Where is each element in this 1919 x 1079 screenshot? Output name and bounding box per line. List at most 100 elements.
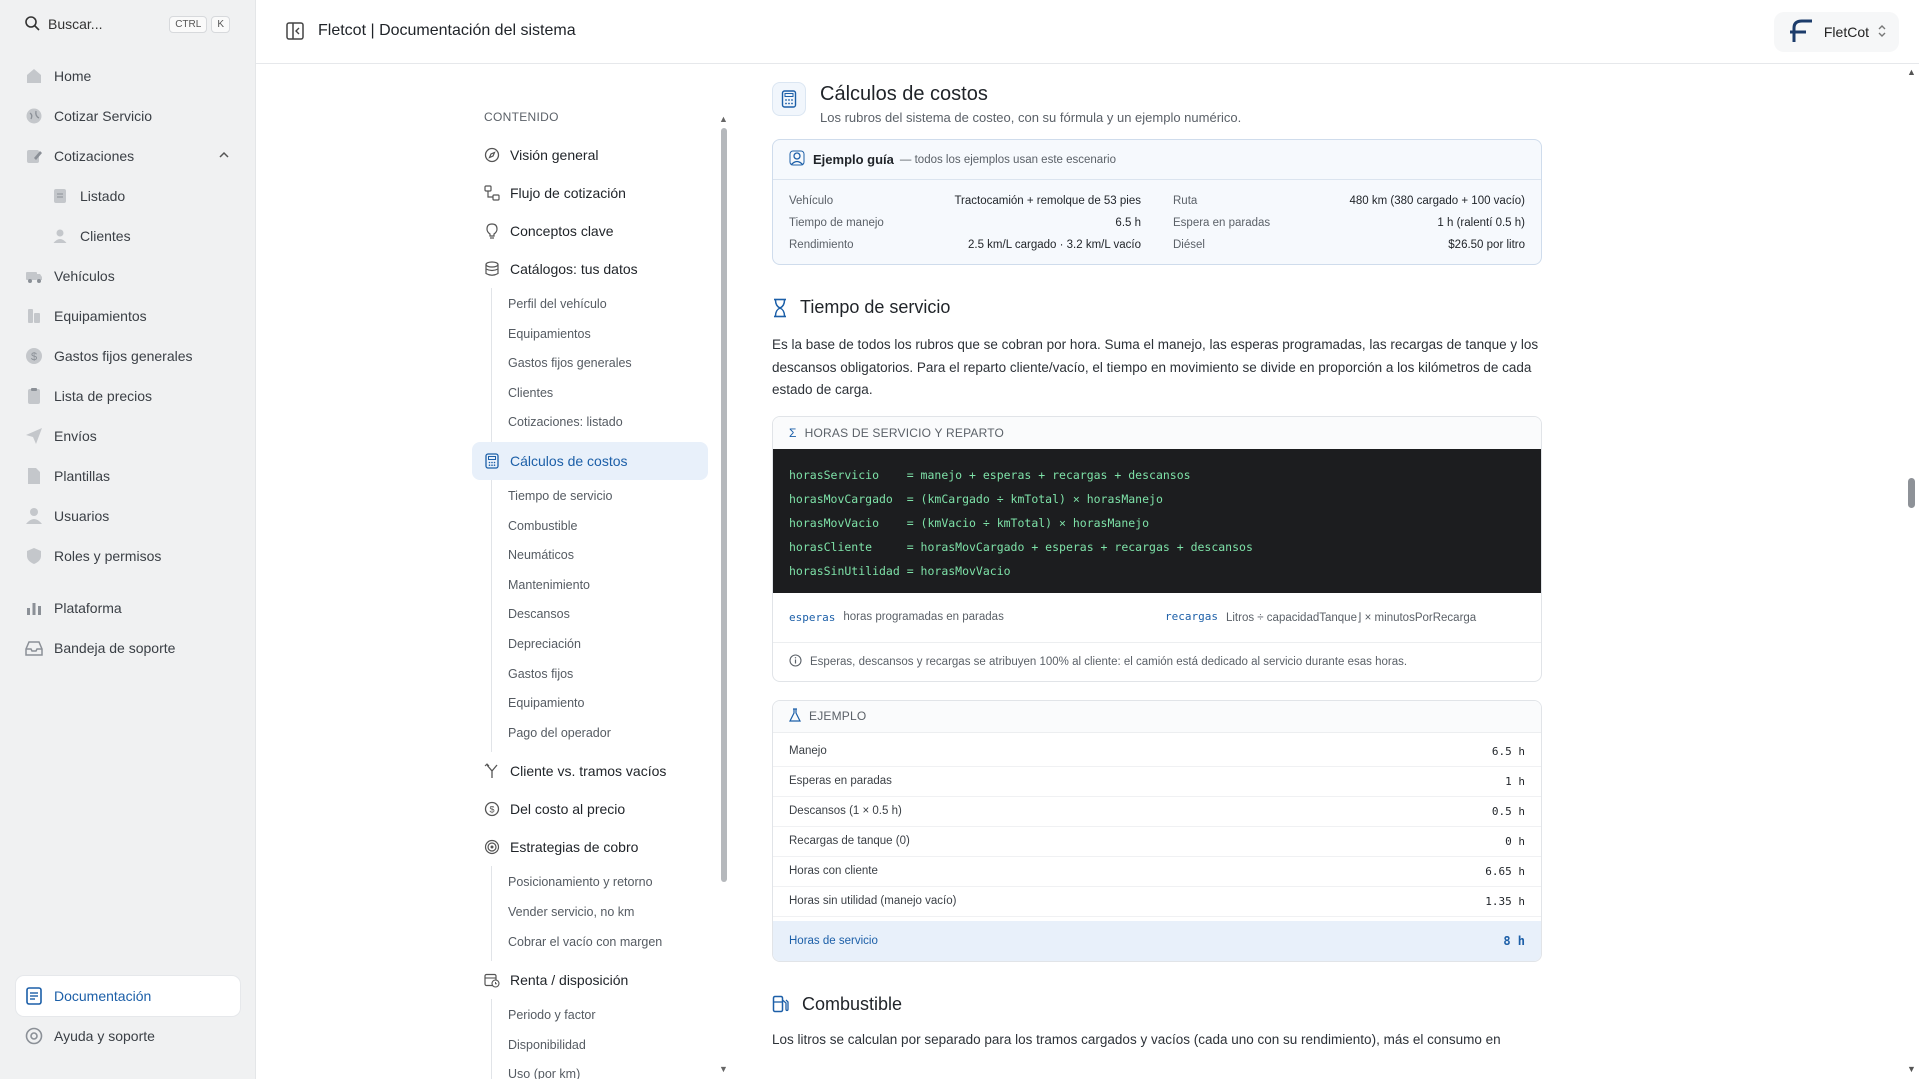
search-box[interactable]: Buscar... CTRL K [24,13,230,35]
nav-bandeja-soporte[interactable]: Bandeja de soporte [16,628,240,668]
toc-sub-pago-operador[interactable]: Pago del operador [492,719,712,749]
example-key: Horas con cliente [789,865,878,877]
toc-label: Catálogos: tus datos [510,261,638,277]
toc-sub-cobrar-vacio[interactable]: Cobrar el vacío con margen [492,928,712,958]
sidebar-toggle-icon[interactable] [286,22,304,43]
flask-icon [789,707,801,725]
toc-sub-periodo-factor[interactable]: Periodo y factor [492,1001,712,1031]
shortcut-k: K [211,15,230,33]
toc-catalogos-subs: Perfil del vehículo Equipamientos Gastos… [491,288,712,442]
sigma-icon: Σ [789,425,797,440]
toc-sub-tiempo-servicio[interactable]: Tiempo de servicio [492,482,712,512]
toc-renta-disposicion[interactable]: Renta / disposición [472,961,708,999]
toc-sub-vender-servicio[interactable]: Vender servicio, no km [492,898,712,928]
section-subtitle: Los rubros del sistema de costeo, con su… [820,110,1242,125]
sidebar: Buscar... CTRL K Home Cotizar Servicio C… [0,0,256,1079]
page-scroll-down-icon[interactable]: ▼ [1907,1064,1916,1074]
nav-cotizar-servicio[interactable]: Cotizar Servicio [16,96,240,136]
toc-costo-precio[interactable]: $ Del costo al precio [472,790,708,828]
toc-catalogos[interactable]: Catálogos: tus datos [472,250,708,288]
toc-scroll-down-icon[interactable]: ▼ [719,1064,728,1074]
nav-gastos-fijos[interactable]: $ Gastos fijos generales [16,336,240,376]
variable-name: esperas [789,610,836,624]
nav-usuarios[interactable]: Usuarios [16,496,240,536]
formula-note-text: Esperas, descansos y recargas se atribuy… [810,655,1408,668]
example-row: Recargas de tanque (0) 0 h [773,827,1541,857]
chevron-up-icon[interactable] [218,148,230,164]
toc-sub-depreciacion[interactable]: Depreciación [492,630,712,660]
user-badge-icon [789,150,805,169]
toc-sub-gastos-fijos-calc[interactable]: Gastos fijos [492,660,712,690]
toc-sub-clientes[interactable]: Clientes [492,379,712,409]
page-scrollbar-thumb[interactable] [1908,478,1915,508]
toc-sub-gastos-fijos[interactable]: Gastos fijos generales [492,349,712,379]
user-icon [50,226,70,246]
toc-sub-equipamientos[interactable]: Equipamientos [492,320,712,350]
guide-key: Rendimiento [789,239,854,251]
nav-clientes[interactable]: Clientes [16,216,240,256]
guide-key: Tiempo de manejo [789,217,884,229]
compass-icon [484,147,500,163]
toc-sub-mantenimiento[interactable]: Mantenimiento [492,571,712,601]
code-line: horasServicio = manejo + esperas + recar… [789,467,1191,482]
page-scroll-up-icon[interactable]: ▲ [1907,67,1916,77]
toc-sub-descansos[interactable]: Descansos [492,600,712,630]
nav-plataforma[interactable]: Plataforma [16,588,240,628]
example-key: Horas sin utilidad (manejo vacío) [789,895,957,907]
shortcut-ctrl: CTRL [169,15,208,33]
example-value: 6.5 h [1491,744,1525,758]
toc-vision-general[interactable]: Visión general [472,136,708,174]
main-content: Cálculos de costos Los rubros del sistem… [772,64,1542,1079]
toc-calculos-subs: Tiempo de servicio Combustible Neumático… [491,479,712,753]
nav-documentacion[interactable]: Documentación [16,976,240,1016]
toc-flujo-cotizacion[interactable]: Flujo de cotización [472,174,708,212]
toc-calculos-costos[interactable]: Cálculos de costos [472,441,708,480]
nav-equipamientos[interactable]: Equipamientos [16,296,240,336]
nav-lista-precios[interactable]: Lista de precios [16,376,240,416]
example-value: 1 h [1505,774,1525,788]
toc-sub-perfil-vehiculo[interactable]: Perfil del vehículo [492,290,712,320]
globe-icon [24,106,44,126]
toc-conceptos-clave[interactable]: Conceptos clave [472,212,708,250]
example-total-value: 8 h [1503,933,1525,948]
nav-cotizaciones[interactable]: Cotizaciones [16,136,240,176]
toc-sub-disponibilidad[interactable]: Disponibilidad [492,1031,712,1061]
toc-sub-neumaticos[interactable]: Neumáticos [492,541,712,571]
edit-icon [24,146,44,166]
list-icon [50,186,70,206]
variable-recargas: recargas Litros ÷ capacidadTanque⌋ × min… [1165,610,1541,624]
send-icon [24,426,44,446]
nav-separator [16,576,240,588]
guide-row: Rendimiento 2.5 km/L cargado · 3.2 km/L v… [789,234,1141,256]
nav-listado[interactable]: Listado [16,176,240,216]
nav-envios[interactable]: Envíos [16,416,240,456]
inbox-icon [24,638,44,658]
formula-card: Σ HORAS DE SERVICIO Y REPARTO horasServi… [772,415,1542,682]
calendar-clock-icon [484,972,500,988]
toc-estrategias-cobro[interactable]: Estrategias de cobro [472,828,708,866]
nav-label: Equipamientos [54,308,147,324]
toc-cliente-tramos[interactable]: Cliente vs. tramos vacíos [472,752,708,790]
section-header: Cálculos de costos Los rubros del sistem… [772,82,1542,125]
nav-ayuda-soporte[interactable]: Ayuda y soporte [16,1016,240,1056]
toc-scrollbar-thumb[interactable] [721,128,727,882]
toc-sub-uso-km[interactable]: Uso (por km) [492,1060,712,1079]
example-total-row: Horas de servicio 8 h [773,920,1541,961]
nav-roles-permisos[interactable]: Roles y permisos [16,536,240,576]
toc-sub-combustible[interactable]: Combustible [492,512,712,542]
example-row: Descansos (1 × 0.5 h) 0.5 h [773,797,1541,827]
nav-plantillas[interactable]: Plantillas [16,456,240,496]
brand-name: FletCot [1823,24,1869,40]
formula-title: HORAS DE SERVICIO Y REPARTO [804,425,1005,440]
nav-label: Cotizar Servicio [54,108,153,124]
nav-label: Cotizaciones [54,148,135,164]
toc-scroll-up-icon[interactable]: ▲ [719,114,728,124]
guide-value: 2.5 km/L cargado · 3.2 km/L vacío [967,239,1141,251]
org-switcher[interactable]: FletCot [1773,12,1899,52]
toc-sub-posicionamiento[interactable]: Posicionamiento y retorno [492,868,712,898]
variable-desc: horas programadas en paradas [843,610,1004,623]
nav-home[interactable]: Home [16,56,240,96]
nav-vehiculos[interactable]: Vehículos [16,256,240,296]
toc-sub-cotizaciones-listado[interactable]: Cotizaciones: listado [492,408,712,438]
toc-sub-equipamiento[interactable]: Equipamiento [492,689,712,719]
